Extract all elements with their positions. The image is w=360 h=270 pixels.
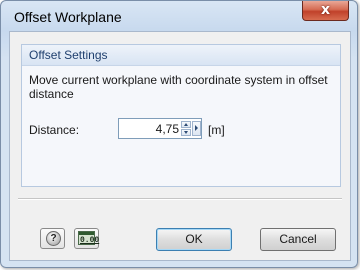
spin-up-icon[interactable] [181, 121, 191, 128]
dialog-client-area: Offset Settings Move current workplane w… [9, 31, 351, 261]
calculator-icon: 0.00 [78, 231, 99, 245]
distance-label: Distance: [29, 123, 80, 137]
distance-input[interactable]: 4,75 [118, 118, 202, 139]
help-icon: ? [46, 231, 61, 246]
group-header: Offset Settings [22, 45, 340, 66]
group-title: Offset Settings [29, 48, 108, 62]
cancel-button[interactable]: Cancel [260, 228, 336, 251]
title-bar[interactable]: Offset Workplane x [1, 1, 357, 31]
help-button[interactable]: ? [40, 228, 65, 249]
spin-right-arrow-icon[interactable] [192, 121, 201, 136]
ok-button[interactable]: OK [156, 228, 232, 251]
description-text: Move current workplane with coordinate s… [29, 73, 328, 101]
distance-value[interactable]: 4,75 [156, 122, 179, 136]
window-title: Offset Workplane [14, 9, 122, 25]
spin-buttons [181, 121, 191, 136]
dialog-window: Offset Workplane x Offset Settings Move … [0, 0, 358, 268]
offset-settings-group: Offset Settings Move current workplane w… [21, 44, 341, 187]
close-button[interactable]: x [302, 1, 349, 21]
close-icon: x [320, 2, 331, 18]
calculator-button[interactable]: 0.00 [74, 228, 99, 249]
divider [18, 198, 342, 200]
spin-down-icon[interactable] [181, 129, 191, 136]
distance-unit: [m] [208, 123, 225, 137]
calculator-display-text: 0.00 [80, 236, 100, 245]
